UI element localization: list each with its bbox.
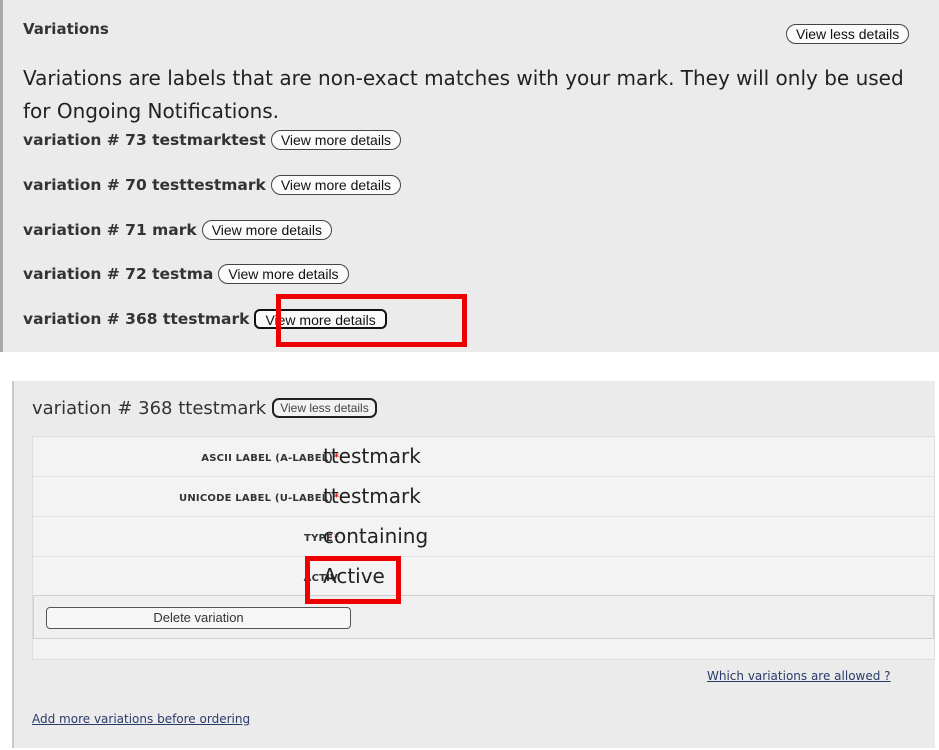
field-value: ttestmark (323, 444, 421, 468)
field-value: containing (323, 524, 429, 548)
field-row-unicode-label: UNICODE LABEL (U-LABEL)* ttestmark (33, 477, 934, 517)
view-more-details-button[interactable]: View more details (201, 220, 332, 240)
variation-label: variation # 73 testmarktest (23, 131, 266, 149)
field-value: ttestmark (323, 484, 421, 508)
view-less-details-button[interactable]: View less details (786, 24, 910, 44)
variation-label: variation # 72 testma (23, 265, 214, 283)
variation-row: variation # 73 testmarktest View more de… (23, 128, 402, 152)
view-more-details-button[interactable]: View more details (270, 130, 402, 150)
variation-row: variation # 71 mark View more details (23, 218, 332, 242)
field-row-ascii-label: ASCII LABEL (A-LABEL)* ttestmark (33, 437, 934, 477)
which-variations-link[interactable]: Which variations are allowed ? (707, 669, 891, 683)
view-more-details-button[interactable]: View more details (218, 264, 349, 284)
variations-description: Variations are labels that are non-exact… (23, 66, 904, 123)
variation-row: variation # 70 testtestmark View more de… (23, 173, 402, 197)
detail-header: variation # 368 ttestmark View less deta… (32, 396, 377, 420)
add-more-variations-link[interactable]: Add more variations before ordering (32, 712, 250, 726)
variation-row: variation # 72 testma View more details (23, 262, 349, 286)
variation-label: variation # 71 mark (23, 221, 197, 239)
highlight-box (305, 556, 401, 604)
detail-title: variation # 368 ttestmark (32, 397, 267, 419)
highlight-box (276, 294, 467, 347)
field-label: ASCII LABEL (A-LABEL)* (201, 453, 339, 464)
variations-title: Variations (23, 20, 109, 38)
view-less-details-button[interactable]: View less details (272, 398, 377, 418)
delete-variation-button[interactable]: Delete variation (46, 607, 351, 629)
view-more-details-button[interactable]: View more details (270, 175, 402, 195)
variation-label: variation # 70 testtestmark (23, 176, 266, 194)
variation-label: variation # 368 ttestmark (23, 310, 250, 328)
field-label: UNICODE LABEL (U-LABEL)* (179, 493, 339, 504)
field-row-type: TYPE* containing (33, 517, 934, 557)
field-row-active: ACTIV Active (33, 557, 934, 597)
